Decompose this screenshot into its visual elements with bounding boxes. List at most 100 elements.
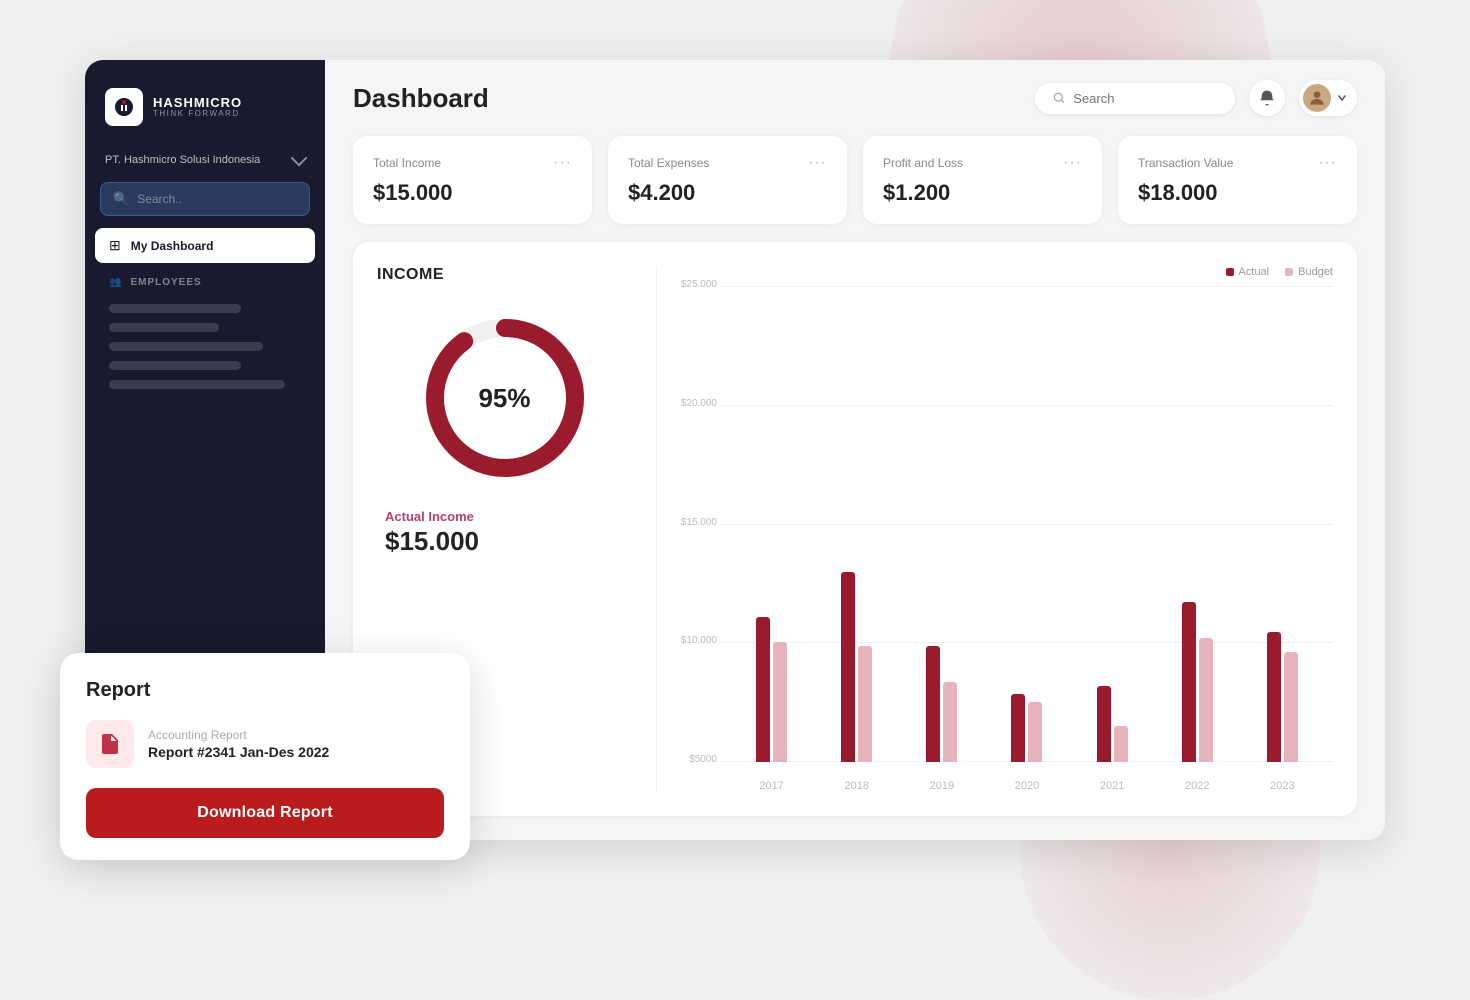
stat-value-transaction: $18.000 [1138,180,1218,205]
avatar [1303,84,1331,112]
report-info-label: Accounting Report [148,728,329,742]
bar-actual-2019 [926,646,940,762]
bar-budget-2019 [943,682,957,762]
stat-more-transaction[interactable]: ··· [1318,154,1337,172]
bar-budget-2021 [1114,726,1128,762]
company-selector[interactable]: PT. Hashmicro Solusi Indonesia [85,146,325,174]
x-label-2020: 2020 [1015,780,1039,792]
section-header-employees: 👥 EMPLOYEES [95,267,315,294]
x-label-2017: 2017 [759,780,783,792]
y-label-1: $25.000 [679,279,717,290]
x-label-2022: 2022 [1185,780,1209,792]
x-label-2021: 2021 [1100,780,1124,792]
bar-actual-2017 [756,617,770,762]
bar-group-2017 [756,617,787,762]
sidebar-search-input[interactable] [137,192,297,206]
legend-budget-dot [1285,268,1293,276]
stats-row: Total Income ··· $15.000 Total Expenses … [325,136,1385,242]
search-bar[interactable] [1035,83,1235,114]
stat-more-expenses[interactable]: ··· [808,154,827,172]
stat-value-expenses: $4.200 [628,180,695,205]
header: Dashboard [325,60,1385,136]
logo-text: HASHMICRO THINK FORWARD [153,96,242,118]
x-label-2023: 2023 [1270,780,1294,792]
stat-label-pnl: Profit and Loss [883,156,963,170]
donut-percent: 95% [478,383,530,414]
main-content: Dashboard [325,60,1385,840]
stat-value-pnl: $1.200 [883,180,950,205]
bell-icon [1258,89,1276,107]
sidebar-search[interactable]: 🔍 [100,182,310,216]
stat-value-income: $15.000 [373,180,453,205]
legend-budget: Budget [1285,266,1333,278]
logo-icon [105,88,143,126]
bar-group-2023 [1267,632,1298,762]
chart-area: $25.000 $20.000 $15.000 $10.000 $5000 [681,286,1333,792]
income-section: INCOME 95% Actual Income [353,242,1357,816]
legend-actual-label: Actual [1239,266,1270,278]
logo-tagline: THINK FORWARD [153,109,242,118]
skeleton-nav-1 [109,304,241,313]
stat-label-expenses: Total Expenses [628,156,709,170]
stat-more-pnl[interactable]: ··· [1063,154,1082,172]
download-report-button[interactable]: Download Report [86,788,444,838]
user-chevron-icon [1337,93,1347,103]
user-menu-button[interactable] [1299,80,1357,116]
x-labels: 2017 2018 2019 2020 2021 2022 2023 [721,780,1333,792]
bar-budget-2022 [1199,638,1213,762]
stat-label-income: Total Income [373,156,441,170]
report-popup: Report Accounting Report Report #2341 Ja… [60,653,470,860]
bars-container [721,286,1333,762]
employees-icon: 👥 [109,277,122,288]
bar-group-2021 [1097,686,1128,762]
stat-label-transaction: Transaction Value [1138,156,1233,170]
report-info-name: Report #2341 Jan-Des 2022 [148,744,329,760]
y-label-2: $20.000 [679,398,717,409]
skeleton-nav-4 [109,361,241,370]
legend-actual: Actual [1226,266,1270,278]
bar-group-2018 [841,572,872,762]
x-label-2019: 2019 [930,780,954,792]
page-title: Dashboard [353,83,489,114]
stat-card-income: Total Income ··· $15.000 [353,136,592,224]
header-search-input[interactable] [1073,91,1217,106]
y-label-3: $15.000 [679,517,717,528]
logo-name: HASHMICRO [153,96,242,109]
section-label-employees: EMPLOYEES [130,277,201,288]
company-name: PT. Hashmicro Solusi Indonesia [105,154,293,166]
y-label-5: $5000 [679,754,717,765]
report-title: Report [86,679,444,702]
bar-actual-2022 [1182,602,1196,762]
stat-more-income[interactable]: ··· [553,154,572,172]
header-right [1035,80,1357,116]
income-actual-label: Actual Income [377,508,474,526]
y-label-4: $10.000 [679,635,717,646]
bar-budget-2018 [858,646,872,762]
bar-actual-2020 [1011,694,1025,762]
income-actual-value: $15.000 [385,526,479,557]
bar-group-2020 [1011,694,1042,762]
skeleton-nav-5 [109,380,285,389]
stat-card-expenses: Total Expenses ··· $4.200 [608,136,847,224]
sidebar-logo: HASHMICRO THINK FORWARD [85,60,325,146]
nav-item-dashboard[interactable]: ⊞ My Dashboard [95,228,315,263]
search-icon: 🔍 [113,191,129,207]
chart-legend: Actual Budget [681,266,1333,278]
donut-chart: 95% [415,308,595,488]
search-bar-icon [1053,91,1065,105]
legend-budget-label: Budget [1298,266,1333,278]
income-title: INCOME [377,266,444,284]
notification-bell-button[interactable] [1249,80,1285,116]
skeleton-nav-3 [109,342,263,351]
bar-group-2019 [926,646,957,762]
bar-budget-2023 [1284,652,1298,762]
skeleton-nav-2 [109,323,219,332]
stat-card-transaction: Transaction Value ··· $18.000 [1118,136,1357,224]
report-item: Accounting Report Report #2341 Jan-Des 2… [86,720,444,768]
bar-group-2022 [1182,602,1213,762]
report-info: Accounting Report Report #2341 Jan-Des 2… [148,728,329,760]
bar-actual-2023 [1267,632,1281,762]
income-right: Actual Budget $25.000 $20.000 $15.000 $1… [657,266,1333,792]
bar-actual-2018 [841,572,855,762]
x-label-2018: 2018 [844,780,868,792]
